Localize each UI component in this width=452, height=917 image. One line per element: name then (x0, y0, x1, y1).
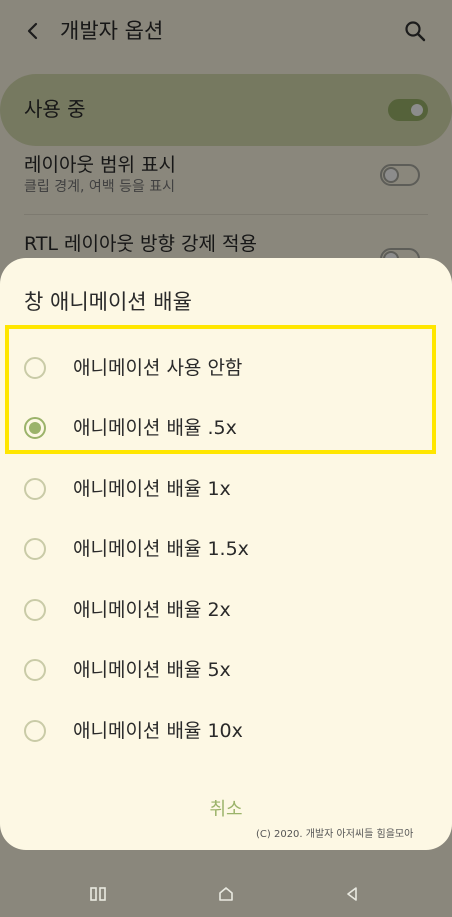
option-label: 애니메이션 배율 2x (73, 599, 231, 621)
option-label: 애니메이션 배율 10x (73, 720, 243, 742)
dialog-title: 창 애니메이션 배율 (24, 290, 192, 314)
option-label: 애니메이션 배율 1.5x (73, 538, 249, 560)
option-scale-2x[interactable]: 애니메이션 배율 2x (0, 580, 452, 640)
home-button[interactable] (206, 879, 246, 909)
option-scale-5x[interactable]: 애니메이션 배율 5x (0, 640, 452, 700)
back-icon (347, 887, 357, 901)
back-nav-button[interactable] (332, 879, 372, 909)
recent-apps-button[interactable] (78, 879, 118, 909)
option-scale-1x[interactable]: 애니메이션 배율 1x (0, 459, 452, 519)
cancel-button[interactable]: 취소 (186, 795, 266, 825)
radio-button[interactable] (24, 599, 46, 621)
option-scale-1-5x[interactable]: 애니메이션 배율 1.5x (0, 519, 452, 579)
radio-button[interactable] (24, 659, 46, 681)
radio-button[interactable] (24, 538, 46, 560)
highlight-box (5, 325, 436, 454)
home-icon (219, 887, 233, 901)
navigation-bar (0, 871, 452, 917)
option-label: 애니메이션 배율 1x (73, 478, 231, 500)
radio-button[interactable] (24, 478, 46, 500)
credit-text: (C) 2020. 개발자 아저씨들 힘을모아 (256, 829, 414, 840)
radio-button[interactable] (24, 720, 46, 742)
option-scale-10x[interactable]: 애니메이션 배율 10x (0, 701, 452, 761)
option-label: 애니메이션 배율 5x (73, 659, 231, 681)
recent-apps-icon (90, 887, 106, 901)
